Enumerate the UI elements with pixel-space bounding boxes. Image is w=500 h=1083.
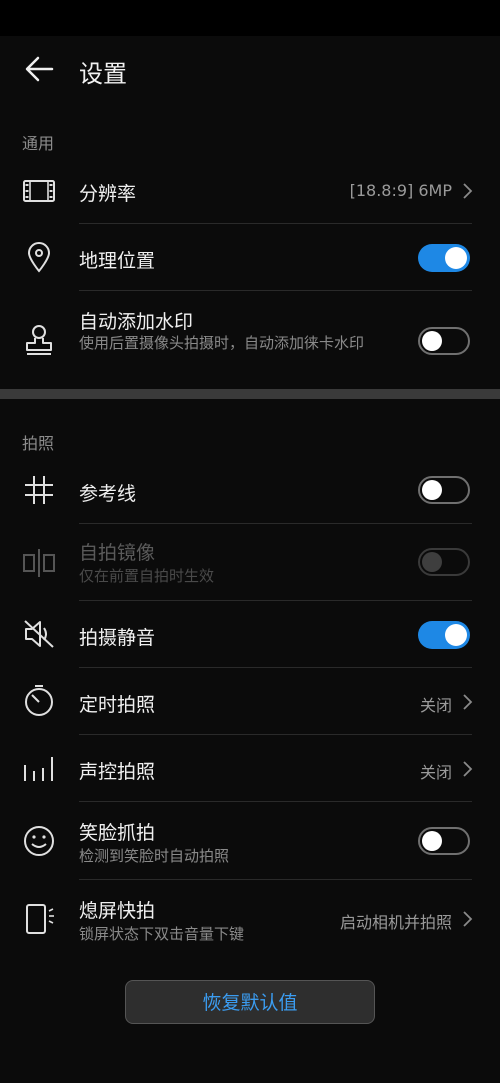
status-bar (0, 0, 500, 36)
toggle-knob (445, 247, 467, 269)
watermark-toggle[interactable] (418, 327, 470, 355)
setting-value: 启动相机并拍照 (339, 913, 452, 932)
setting-label: 分辨率 (79, 183, 137, 205)
smile-toggle[interactable] (418, 827, 470, 855)
location-toggle[interactable] (418, 244, 470, 272)
mirror-icon (23, 549, 55, 577)
phone-snapshot-icon (26, 904, 54, 934)
chevron-right-icon (463, 183, 473, 199)
setting-label: 笑脸抓拍 (79, 822, 156, 844)
top-app-bar: 设置 (0, 36, 500, 106)
setting-description: 使用后置摄像头拍摄时，自动添加徕卡水印 (79, 334, 365, 352)
setting-mirror: 自拍镜像 仅在前置自拍时生效 (0, 524, 500, 601)
setting-resolution[interactable]: 分辨率 [18.8:9] 6MP (0, 157, 500, 224)
toggle-knob (422, 331, 442, 351)
setting-label: 拍摄静音 (79, 627, 156, 649)
film-icon (23, 180, 55, 202)
speaker-mute-icon (24, 620, 54, 648)
setting-description: 检测到笑脸时自动拍照 (79, 847, 230, 865)
setting-label: 地理位置 (79, 250, 156, 272)
setting-watermark[interactable]: 自动添加水印 使用后置摄像头拍摄时，自动添加徕卡水印 (0, 291, 500, 389)
chevron-right-icon (463, 911, 473, 927)
setting-value: 关闭 (419, 696, 452, 715)
setting-voice[interactable]: 声控拍照 关闭 (0, 735, 500, 802)
setting-ultra-snapshot[interactable]: 熄屏快拍 锁屏状态下双击音量下键 启动相机并拍照 (0, 880, 500, 958)
mirror-toggle (418, 548, 470, 576)
setting-grid[interactable]: 参考线 (0, 457, 500, 524)
setting-location[interactable]: 地理位置 (0, 224, 500, 291)
toggle-knob (445, 624, 467, 646)
back-arrow-icon[interactable] (22, 52, 56, 86)
setting-label: 定时拍照 (79, 694, 156, 716)
restore-defaults-button[interactable]: 恢复默认值 (125, 980, 375, 1024)
setting-smile[interactable]: 笑脸抓拍 检测到笑脸时自动拍照 (0, 802, 500, 880)
grid-icon (25, 476, 53, 504)
section-separator (0, 389, 500, 399)
setting-label: 声控拍照 (79, 761, 156, 783)
location-pin-icon (27, 242, 51, 273)
setting-timer[interactable]: 定时拍照 关闭 (0, 668, 500, 735)
setting-value: 关闭 (419, 763, 452, 782)
page-title: 设置 (79, 60, 127, 88)
chevron-right-icon (463, 694, 473, 710)
setting-description: 仅在前置自拍时生效 (79, 567, 215, 585)
section-header-general: 通用 (22, 134, 55, 153)
chevron-right-icon (463, 761, 473, 777)
setting-label: 自拍镜像 (79, 542, 156, 564)
voice-bars-icon (24, 757, 53, 781)
setting-label: 自动添加水印 (79, 311, 194, 333)
toggle-knob (422, 831, 442, 851)
setting-value: [18.8:9] 6MP (349, 181, 452, 200)
setting-label: 参考线 (79, 483, 137, 505)
timer-icon (25, 685, 53, 716)
setting-label: 熄屏快拍 (79, 900, 156, 922)
toggle-knob (422, 480, 442, 500)
setting-mute[interactable]: 拍摄静音 (0, 601, 500, 668)
section-header-photo: 拍照 (22, 434, 55, 453)
stamp-icon (26, 325, 52, 355)
toggle-knob (422, 552, 442, 572)
smiley-icon (24, 826, 54, 856)
grid-toggle[interactable] (418, 476, 470, 504)
mute-toggle[interactable] (418, 621, 470, 649)
